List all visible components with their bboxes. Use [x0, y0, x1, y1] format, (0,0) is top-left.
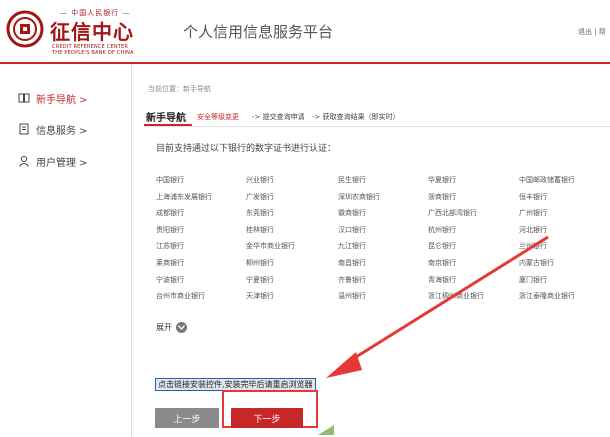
bank-name: 宁波银行 — [156, 275, 184, 284]
bank-name: 中国邮政储蓄银行 — [519, 176, 575, 184]
breadcrumb: 当前位置：新手导航 — [148, 85, 211, 93]
next-step-button[interactable]: 下一步 — [231, 408, 303, 428]
bank-name: 九江银行 — [338, 242, 366, 251]
bank-name: 徽商银行 — [338, 209, 366, 218]
bank-name: 浙江泰隆商业银行 — [519, 292, 575, 301]
steps-bar: 新手导航 安全等级变更 -> 提交查询申请 -> 获取查询结果（即实时） — [144, 108, 610, 127]
sidebar-item-label: 新手导航 > — [36, 94, 88, 106]
decorative-corner-icon — [318, 425, 334, 435]
bank-name: 内蒙古银行 — [519, 259, 554, 267]
supported-banks-intro: 目前支持通过以下银行的数字证书进行认证： — [156, 144, 337, 154]
step-get-result: -> 获取查询结果（即实时） — [312, 113, 400, 121]
logo[interactable]: — 中国人民银行 — 征信中心 CREDIT REFERENCE CENTER … — [6, 8, 146, 56]
logo-name: 征信中心 — [50, 20, 134, 44]
logo-en-line-2: THE PEOPLE'S BANK OF CHINA — [52, 50, 134, 56]
bank-name: 江苏银行 — [156, 242, 184, 251]
bank-name: 金华市商业银行 — [246, 242, 295, 251]
bank-name: 汉口银行 — [338, 225, 366, 234]
header: — 中国人民银行 — 征信中心 CREDIT REFERENCE CENTER … — [0, 0, 610, 62]
sidebar: 新手导航 > 信息服务 > 用户管理 > — [0, 64, 132, 437]
document-icon — [19, 123, 29, 135]
bank-name: 广发银行 — [246, 192, 274, 201]
steps-title-underline — [144, 124, 192, 126]
sidebar-item-info-service[interactable]: 信息服务 > — [18, 120, 88, 138]
bank-name: 中国银行 — [156, 176, 184, 184]
chevron-down-icon — [176, 322, 187, 333]
bank-name: 齐鲁银行 — [338, 275, 366, 284]
user-icon — [19, 156, 29, 167]
expand-label: 展开 — [156, 323, 172, 332]
top-links[interactable]: 退出 | 帮 — [578, 27, 606, 37]
bank-name: 恒丰银行 — [519, 192, 547, 201]
bank-name: 昆仑银行 — [428, 242, 456, 251]
bank-name: 兴业银行 — [246, 176, 274, 184]
bank-name: 南昌银行 — [338, 259, 366, 267]
bank-name: 上海浦东发展银行 — [156, 192, 212, 201]
main-content: 当前位置：新手导航 新手导航 安全等级变更 -> 提交查询申请 -> 获取查询结… — [132, 64, 610, 437]
bank-name: 广西北部湾银行 — [428, 209, 477, 218]
steps-title: 新手导航 — [146, 113, 186, 124]
bank-name: 青海银行 — [428, 275, 456, 284]
bank-name: 厦门银行 — [519, 275, 547, 284]
bank-name: 温州银行 — [338, 292, 366, 301]
bank-name: 莱商银行 — [156, 259, 184, 267]
bank-name: 华夏银行 — [428, 176, 456, 184]
book-icon — [18, 93, 30, 103]
step-submit-request: -> 提交查询申请 — [252, 113, 305, 121]
step-security-level: 安全等级变更 — [197, 113, 239, 121]
bank-name: 南京银行 — [428, 259, 456, 267]
bank-name: 天津银行 — [246, 292, 274, 301]
bank-name: 浙商银行 — [428, 192, 456, 201]
bank-name: 广州银行 — [519, 209, 547, 218]
bank-name: 贵阳银行 — [156, 225, 184, 234]
bank-name: 民生银行 — [338, 176, 366, 184]
previous-step-button[interactable]: 上一步 — [155, 408, 219, 428]
platform-title: 个人信用信息服务平台 — [183, 23, 334, 41]
bank-name: 台州市商业银行 — [156, 292, 205, 301]
sidebar-item-label: 用户管理 > — [36, 157, 88, 169]
bank-name: 宁夏银行 — [246, 275, 274, 284]
bank-name: 成都银行 — [156, 209, 184, 218]
bank-name: 浙江稠州商业银行 — [428, 292, 484, 301]
sidebar-item-label: 信息服务 > — [36, 125, 88, 137]
bank-name: 河北银行 — [519, 225, 547, 234]
expand-button[interactable]: 展开 — [156, 321, 187, 334]
sidebar-item-beginner-guide[interactable]: 新手导航 > — [18, 89, 88, 107]
bank-name: 桂林银行 — [246, 225, 274, 234]
sidebar-item-user-management[interactable]: 用户管理 > — [18, 152, 88, 170]
pboc-emblem-icon — [6, 10, 44, 48]
bank-name: 深圳农商银行 — [338, 192, 380, 201]
bank-name: 东莞银行 — [246, 209, 274, 218]
bank-name: 兰州银行 — [519, 242, 547, 251]
bank-name: 柳州银行 — [246, 259, 274, 267]
bank-name: 杭州银行 — [428, 225, 456, 234]
